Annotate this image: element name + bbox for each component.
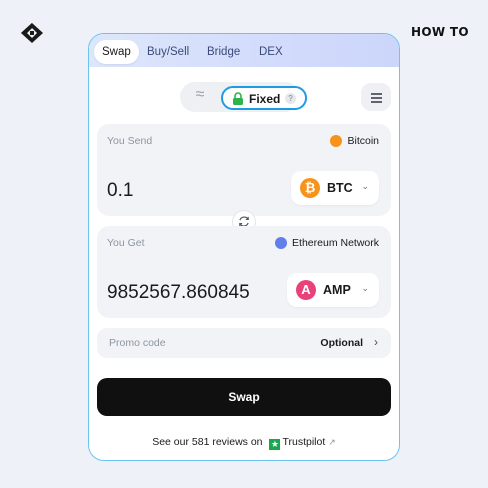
- trustpilot-label: Trustpilot: [282, 436, 326, 448]
- chevron-down-icon: ⌄: [361, 283, 369, 293]
- reviews-text: See our 581 reviews on: [152, 436, 263, 448]
- send-currency-select[interactable]: ₿ BTC ⌄: [291, 171, 379, 205]
- send-panel: You Send Bitcoin 0.1 ₿ BTC ⌄: [97, 124, 391, 216]
- promo-optional: Optional: [320, 337, 363, 349]
- amp-icon: A: [296, 280, 316, 300]
- get-label: You Get: [107, 237, 145, 249]
- reviews-link[interactable]: See our 581 reviews on ★ Trustpilot ↗: [89, 436, 399, 450]
- menu-button[interactable]: [361, 83, 391, 111]
- tab-buy-sell[interactable]: Buy/Sell: [139, 40, 197, 64]
- send-amount-input[interactable]: 0.1: [107, 180, 133, 202]
- btc-icon: ₿: [300, 178, 320, 198]
- how-to-link[interactable]: HOW TO: [411, 25, 469, 39]
- tab-bar: Swap Buy/Sell Bridge DEX: [89, 34, 399, 67]
- send-network-label: Bitcoin: [347, 135, 379, 147]
- ethereum-network-icon: [275, 237, 288, 249]
- lock-icon: [233, 92, 243, 105]
- get-network: Ethereum Network: [275, 237, 379, 249]
- chevron-right-icon: ›: [374, 335, 378, 349]
- fixed-rate-button[interactable]: Fixed ?: [221, 86, 307, 110]
- get-ticker: AMP: [323, 283, 351, 297]
- menu-icon: [371, 93, 382, 95]
- tab-bridge[interactable]: Bridge: [199, 40, 248, 64]
- trustpilot-star-icon: ★: [269, 439, 281, 450]
- floating-rate-icon[interactable]: ≈: [190, 86, 210, 104]
- get-amount: 9852567.860845: [107, 282, 250, 303]
- swap-button[interactable]: Swap: [97, 378, 391, 416]
- external-link-icon: ↗: [328, 437, 336, 447]
- get-panel: You Get Ethereum Network 9852567.860845 …: [97, 226, 391, 318]
- send-network: Bitcoin: [330, 135, 379, 147]
- promo-label: Promo code: [109, 337, 166, 349]
- menu-icon-line: [371, 97, 382, 99]
- get-currency-select[interactable]: A AMP ⌄: [287, 273, 379, 307]
- tab-dex[interactable]: DEX: [251, 40, 291, 64]
- bitcoin-network-icon: [330, 135, 343, 147]
- fixed-rate-label: Fixed: [249, 92, 281, 106]
- send-ticker: BTC: [327, 181, 353, 195]
- chevron-down-icon: ⌄: [361, 181, 369, 191]
- tab-swap[interactable]: Swap: [94, 40, 139, 64]
- send-label: You Send: [107, 135, 153, 147]
- menu-icon-line: [371, 101, 382, 103]
- help-icon[interactable]: ?: [285, 93, 296, 104]
- exchange-widget: Swap Buy/Sell Bridge DEX ≈ Fixed ? You S…: [88, 33, 400, 461]
- promo-code-row[interactable]: Promo code Optional ›: [97, 328, 391, 358]
- logo-icon: [21, 23, 43, 43]
- get-network-label: Ethereum Network: [292, 237, 379, 249]
